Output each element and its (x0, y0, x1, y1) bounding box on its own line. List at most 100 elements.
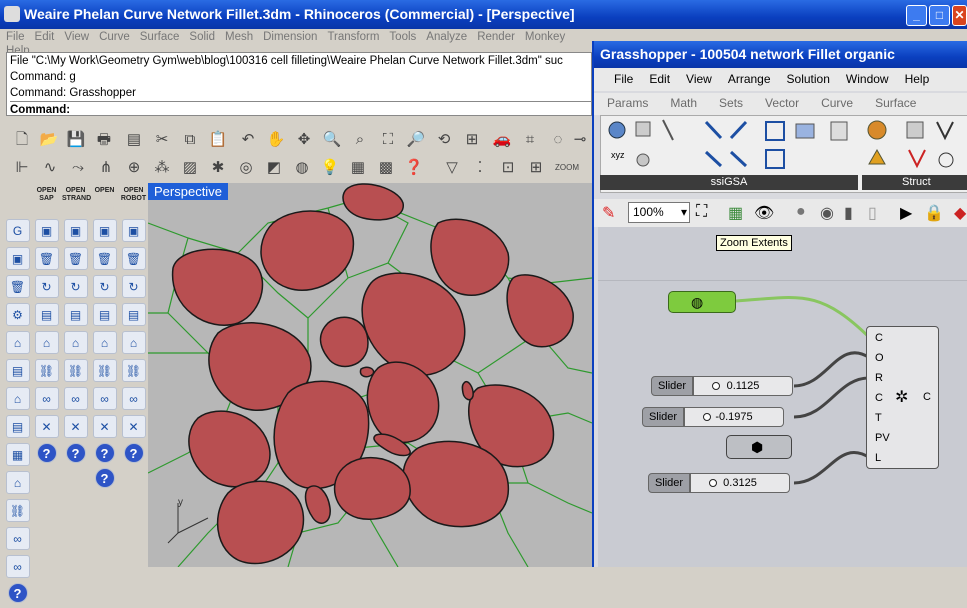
structural-icon[interactable] (867, 120, 887, 140)
cross-icon[interactable]: ✕ (121, 415, 146, 438)
structural-icon[interactable] (868, 148, 886, 165)
light-icon[interactable]: 💡 (320, 157, 340, 179)
surface-icon[interactable]: ⋔ (96, 157, 116, 179)
bake-icon[interactable]: ◆ (954, 203, 966, 223)
tab-sets[interactable]: Sets (706, 93, 752, 110)
object-icon[interactable]: ▣ (34, 219, 59, 242)
cut-icon[interactable]: ✂ (152, 129, 172, 151)
menu-dimension[interactable]: Dimension (257, 30, 321, 43)
slider-grip[interactable] (703, 413, 711, 421)
texture-icon[interactable]: ◩ (264, 157, 284, 179)
slider-grip[interactable] (709, 479, 717, 487)
chain-icon[interactable]: ∞ (92, 387, 117, 410)
tab-curve[interactable]: Curve (808, 93, 862, 110)
house-icon[interactable]: ⌂ (5, 387, 30, 410)
trash-icon[interactable]: 🗑 (92, 247, 117, 270)
menu-edit[interactable]: Edit (29, 30, 59, 43)
snap-icon[interactable]: ◌ (548, 129, 568, 151)
tab-params[interactable]: Params (594, 93, 657, 110)
align-icon[interactable]: ⊩ (12, 157, 32, 179)
trash-icon[interactable]: 🗑 (5, 275, 30, 298)
trash-icon[interactable]: 🗑 (34, 247, 59, 270)
help-icon[interactable]: ❓ (404, 157, 424, 179)
record-icon[interactable]: ⊞ (526, 157, 546, 179)
truss-icon[interactable] (936, 121, 954, 141)
results-icon[interactable] (830, 121, 848, 141)
gh-menu-solution[interactable]: Solution (779, 68, 838, 86)
cross-icon[interactable]: ✕ (92, 415, 117, 438)
preview-icon[interactable]: ● (796, 203, 806, 221)
link-icon[interactable]: ⛓ (63, 359, 88, 382)
chain-icon[interactable]: ∞ (121, 387, 146, 410)
mesh-element-icon[interactable] (765, 121, 785, 141)
car-icon[interactable]: 🚗 (492, 129, 512, 151)
truss-icon[interactable] (908, 149, 926, 169)
tab-vector[interactable]: Vector (752, 93, 808, 110)
slider-value[interactable]: 0.1125 (693, 376, 793, 396)
cplane-icon[interactable]: ▽ (442, 157, 462, 179)
curve-icon[interactable]: ∿ (40, 157, 60, 179)
zoom-level-select[interactable]: 100% ▾ (628, 202, 690, 223)
slider-value[interactable]: -0.1975 (684, 407, 784, 427)
menu-view[interactable]: View (58, 30, 93, 43)
zoom-text-icon[interactable]: ZOOM (554, 157, 580, 179)
element-icon[interactable] (729, 150, 748, 168)
zoom-window-icon[interactable]: ⌕ (350, 129, 370, 151)
gsa-sphere-icon[interactable] (608, 121, 626, 139)
render-icon[interactable]: ▨ (180, 157, 200, 179)
house-icon[interactable]: ⌂ (121, 331, 146, 354)
page-icon[interactable]: ▤ (34, 303, 59, 326)
gumball-icon[interactable]: ⊡ (498, 157, 518, 179)
blend-icon[interactable]: ⤳ (68, 157, 88, 179)
copy-icon[interactable]: ⧉ (180, 129, 200, 151)
undo-icon[interactable]: ↶ (238, 129, 258, 151)
page-icon[interactable]: ▤ (92, 303, 117, 326)
menu-curve[interactable]: Curve (93, 30, 134, 43)
refresh-icon[interactable]: ↻ (121, 275, 146, 298)
chain-icon[interactable]: ∞ (34, 387, 59, 410)
object-icon[interactable]: ▣ (92, 219, 117, 242)
grid-icon[interactable]: ⌗ (520, 129, 540, 151)
link-icon[interactable]: ⛓ (121, 359, 146, 382)
structural-icon[interactable] (906, 121, 924, 139)
chart-icon[interactable] (795, 123, 815, 139)
slider-value[interactable]: 0.3125 (690, 473, 790, 493)
ortho-icon[interactable]: ⊸ (570, 129, 590, 151)
gh-menu-window[interactable]: Window (838, 68, 897, 86)
zoom-extents-icon[interactable]: ⛶ (378, 129, 398, 151)
gsa-icon[interactable]: G (5, 219, 30, 242)
menu-solid[interactable]: Solid (183, 30, 219, 43)
maximize-button[interactable]: □ (929, 5, 950, 26)
page-icon[interactable]: ▤ (121, 303, 146, 326)
gh-menu-edit[interactable]: Edit (641, 68, 678, 86)
help-icon[interactable]: ? (36, 443, 57, 463)
refresh-icon[interactable]: ↻ (63, 275, 88, 298)
network-fillet-component[interactable]: C O R C T PV L ✲ C (866, 326, 939, 469)
gear-icon[interactable]: ⚙ (5, 303, 30, 326)
viewport-title[interactable]: Perspective (148, 183, 228, 200)
page-icon[interactable]: ▤ (5, 359, 30, 382)
trash-icon[interactable]: 🗑 (63, 247, 88, 270)
object-icon[interactable]: ▣ (121, 219, 146, 242)
pan-icon[interactable]: ✋ (266, 129, 286, 151)
open-icon[interactable]: 📂 (39, 129, 59, 151)
preview-icon[interactable]: ▮ (844, 203, 853, 223)
help-icon[interactable]: ? (123, 443, 144, 463)
perspective-viewport[interactable]: y (148, 183, 592, 567)
node-icon[interactable] (938, 152, 954, 168)
undo-view-icon[interactable]: ⟲ (434, 129, 454, 151)
house-icon[interactable]: ⌂ (5, 331, 30, 354)
close-button[interactable]: ✕ (952, 5, 967, 26)
house-icon[interactable]: ⌂ (63, 331, 88, 354)
target-icon[interactable]: ⊕ (124, 157, 144, 179)
link-icon[interactable]: ⛓ (5, 499, 30, 522)
paste-icon[interactable]: 📋 (208, 129, 228, 151)
gh-menu-view[interactable]: View (678, 68, 720, 86)
refresh-icon[interactable]: ↻ (92, 275, 117, 298)
menu-tools[interactable]: Tools (383, 30, 420, 43)
menu-mesh[interactable]: Mesh (219, 30, 257, 43)
eye-icon[interactable]: 👁 (754, 203, 774, 223)
element-icon[interactable] (704, 150, 723, 168)
lock-icon[interactable]: 🔒 (924, 203, 944, 223)
cross-icon[interactable]: ✕ (34, 415, 59, 438)
